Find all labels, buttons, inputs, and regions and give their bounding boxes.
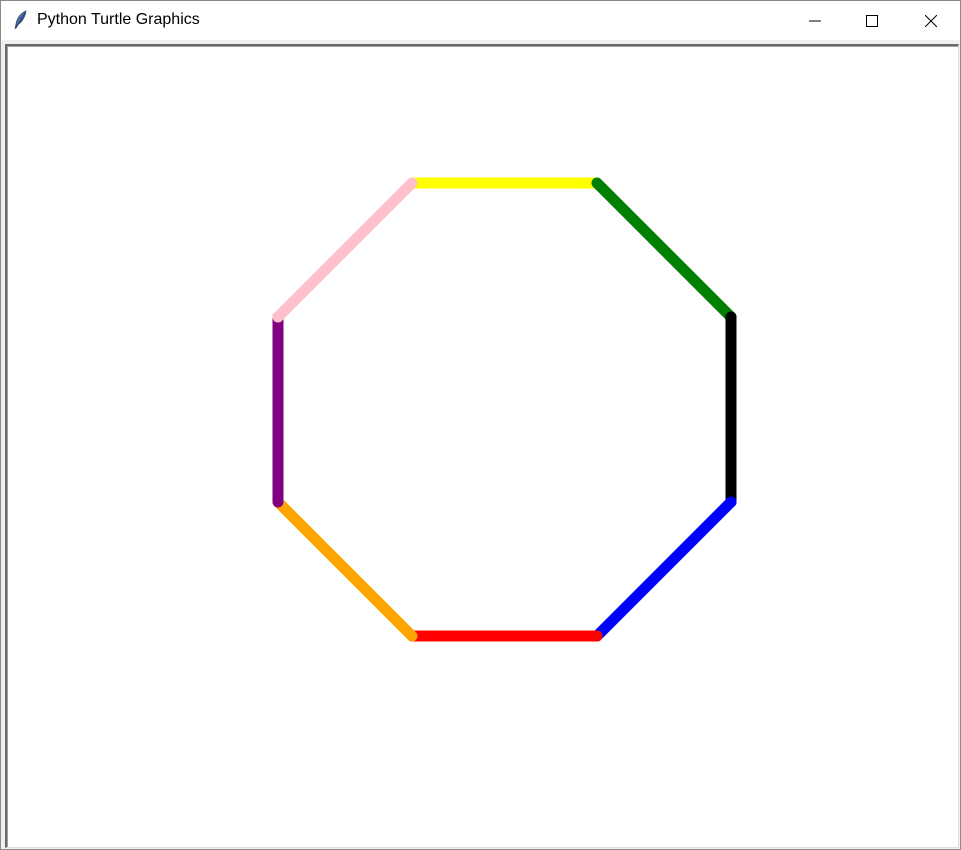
window-title: Python Turtle Graphics: [37, 11, 200, 28]
minimize-button[interactable]: [787, 1, 843, 40]
turtle-drawing: [272, 177, 737, 642]
turtle-window: Python Turtle Graphics: [0, 0, 961, 850]
octagon-edge-blue: [591, 496, 737, 642]
feather-icon: [14, 10, 27, 30]
octagon-edge-orange: [272, 496, 418, 642]
close-icon: [925, 14, 937, 27]
octagon-edge-green: [591, 177, 737, 323]
maximize-icon: [866, 14, 878, 27]
close-button[interactable]: [903, 1, 959, 40]
turtle-canvas[interactable]: [5, 44, 959, 848]
maximize-button[interactable]: [844, 1, 900, 40]
minimize-icon: [809, 20, 821, 21]
octagon-edge-pink: [272, 177, 418, 323]
title-bar[interactable]: Python Turtle Graphics: [1, 1, 960, 40]
